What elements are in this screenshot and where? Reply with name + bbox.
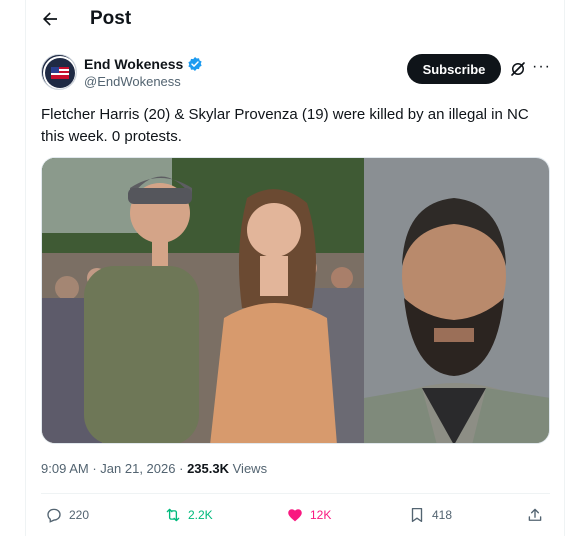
meta-separator: · — [92, 461, 97, 476]
repost-icon — [166, 508, 180, 522]
back-arrow-icon[interactable] — [40, 8, 60, 30]
repost-count: 2.2K — [188, 508, 213, 522]
author-display-name[interactable]: End Wokeness — [84, 56, 183, 72]
divider — [41, 493, 550, 494]
bookmark-button[interactable]: 418 — [408, 506, 452, 524]
post-image[interactable] — [41, 157, 550, 444]
heart-icon — [288, 509, 302, 522]
top-bar: Post — [0, 0, 574, 40]
views-label: Views — [232, 461, 268, 476]
post-time[interactable]: 9:09 AM — [41, 461, 89, 476]
like-count: 12K — [310, 508, 332, 522]
subscribe-button[interactable]: Subscribe — [407, 54, 501, 84]
share-icon — [528, 508, 542, 521]
post-text: Fletcher Harris (20) & Skylar Provenza (… — [41, 106, 529, 145]
page-title: Post — [90, 8, 132, 29]
meta-separator: · — [179, 461, 184, 476]
author-name-row[interactable]: End Wokeness — [84, 56, 203, 72]
avatar[interactable] — [41, 54, 77, 90]
more-options-icon[interactable]: ··· — [532, 58, 551, 76]
bookmark-icon — [411, 507, 423, 523]
post-date[interactable]: Jan 21, 2026 — [100, 461, 175, 476]
share-button[interactable] — [526, 506, 544, 524]
reply-button[interactable]: 220 — [45, 506, 89, 524]
verified-badge-icon — [188, 57, 202, 71]
post-meta: 9:09 AM · Jan 21, 2026 · 235.3K Views — [41, 461, 267, 476]
like-button[interactable]: 12K — [286, 506, 331, 524]
reply-icon — [47, 508, 61, 523]
bookmark-count: 418 — [432, 508, 453, 522]
repost-button[interactable]: 2.2K — [164, 506, 213, 524]
author-handle[interactable]: @EndWokeness — [84, 74, 181, 89]
grok-icon[interactable] — [509, 60, 527, 78]
views-count: 235.3K — [187, 461, 229, 476]
reply-count: 220 — [69, 508, 90, 522]
